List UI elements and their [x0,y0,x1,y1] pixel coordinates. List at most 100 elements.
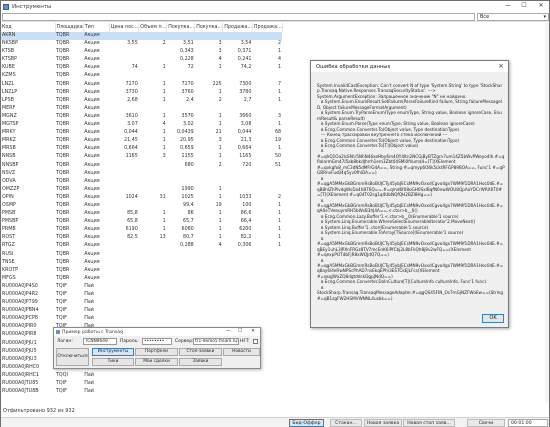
table-row[interactable]: ROST TQBR Акция 82,5 13 80,7 1 82,2 1 [1,234,282,242]
column-header[interactable]: Продажа... [252,23,283,32]
column-header[interactable]: Покупка... [166,23,196,32]
table-row[interactable]: MGNZ TQBR Акция 3610 1 3570 1 3660 3 [1,113,282,121]
table-row[interactable]: RU000A0JTU8B TQIF Пай [1,388,282,396]
table-row[interactable]: MRKZ TQBR Акция 21,45 1 20,95 3 21,3 19 [1,137,282,145]
timeframe-input[interactable]: 00:01:00 [508,419,548,427]
maximize-icon[interactable]: ☐ [238,328,242,334]
news-button[interactable]: Новости [223,348,260,356]
candles-button[interactable]: Свечи [467,419,505,427]
new-order-button[interactable]: Новая заявка [364,419,402,427]
hft-label: HFT: [240,339,250,344]
table-row[interactable]: PRMB TQBR Акция 6190 1 6080 1 6200 1 [1,226,282,234]
table-cell [195,388,223,396]
table-row[interactable]: NKSBP TQBR Акция 3,55 2 3,51 3 3,54 2 [1,40,282,48]
table-cell: TQBR [56,89,70,95]
table-cell [109,283,139,291]
table-row[interactable]: RU000A0JPCP8 TQIF Пай [1,315,282,323]
table-row[interactable]: TNSE TQBR Акция [1,259,282,267]
table-row[interactable]: ODVA TQBR Акция [1,178,282,186]
table-cell: RU000A0JPJU5 [2,348,37,354]
table-cell: Акция [84,211,100,217]
table-row[interactable]: RU000A0JTU85 TQIF Пай [1,380,282,388]
table-cell: RU000A0JPIR8 [2,332,37,338]
table-row[interactable]: LNZLP TQBR Акция 3730 1 3760 1 3780 1 [1,89,282,97]
table-row[interactable]: OMZZP TQBR Акция 1990 1 [1,186,282,194]
table-cell [223,291,253,299]
stop-orders-button[interactable]: Стоп-заявки [179,348,222,356]
column-header[interactable]: Цена пос... [109,23,140,32]
column-header[interactable]: Код [1,23,56,32]
table-row[interactable]: OSMP TQBR Акция 99,4 19 100 1 [1,202,282,210]
table-row[interactable]: MGTSP TQBR Акция 3,07 4 3,02 1 3,08 1 [1,121,282,129]
table-row[interactable]: KTSBP TQBR Акция 0,228 4 0,241 4 [1,56,282,64]
table-row[interactable]: NNSBP TQBR Акция 680 2 720 51 [1,162,282,170]
table-row[interactable]: RU000A0JPBN4 TQIF Пай [1,307,282,315]
table-row[interactable]: PMSBP TQBR Акция 65,8 1 65,7 1 66,4 1 [1,218,282,226]
ok-button[interactable]: OK [482,314,504,323]
table-cell: 86,6 [240,211,252,217]
table-cell [195,259,223,267]
close-icon[interactable]: ✕ [251,328,255,334]
column-header[interactable]: Продажа... [222,23,253,32]
server-field[interactable]: tr1-demo5.finam.ru:3900 [193,338,239,345]
table-cell [167,170,195,178]
minimize-button[interactable]: — [500,1,516,11]
table-row[interactable]: MRKY TQBR Акция 0,044 1 0,0439 21 0,044 68 [1,129,282,137]
minimize-icon[interactable]: — [226,328,231,334]
column-header[interactable]: Площадка [55,23,84,32]
table-cell [109,275,139,283]
table-row[interactable]: MFGS TQBR Акция [1,275,282,283]
table-row[interactable]: RU000A0JP4R2 TQIF Пай [1,291,282,299]
bid-offer-button[interactable]: Бид-Оффер [289,419,324,427]
table-cell: 1155 [181,154,194,160]
disconnect-button[interactable]: Отключиться [56,348,89,366]
column-header[interactable]: Объем п... [138,23,168,32]
table-row[interactable]: OPIN TQBR Акция 1024 31 1025 1 1033 2 [1,194,282,202]
table-row[interactable]: KUBE TQBR Акция 74 1 72 1 74,2 1 [1,64,282,72]
hft-checkbox[interactable] [253,339,258,344]
login-field[interactable]: TCNN9649 [83,338,117,345]
filter-select[interactable]: Все ▾ [477,13,549,21]
securities-button[interactable]: Инструменты [92,348,134,356]
table-row[interactable]: KZMS TQBR Акция [1,72,282,80]
column-header[interactable]: Покупка... [194,23,224,32]
table-cell: 1990 [181,186,194,192]
table-row[interactable]: KTSB TQBR Акция 0,343 3 0,371 1 [1,48,282,56]
table-row[interactable]: AKRN TQBR Акция [1,32,283,41]
vertical-scrollbar[interactable] [545,23,549,403]
table-row[interactable]: KROTP TQBR Акция [1,267,282,275]
table-row[interactable]: NNSB TQBR Акция 1165 3 1155 1 1165 50 [1,153,282,161]
table-row[interactable]: MRSB TQBR Акция 0,664 1 0,659 1 0,664 1 [1,145,282,153]
table-row[interactable]: RUSI TQBR Акция [1,251,282,259]
table-row[interactable]: RTGZ TQBR Акция 0,288 4 0,306 1 [1,242,282,250]
table-row[interactable]: RU000A0JRHC1 TQQI Пай [1,372,282,380]
my-trades-button[interactable]: Мои сделки [135,358,178,366]
table-row[interactable]: RU000A0JP4S0 TQIF Пай [1,283,282,291]
orders-button[interactable]: Заявки [179,358,222,366]
column-header[interactable]: Тип [83,23,110,32]
table-cell [223,315,253,323]
ticks-button[interactable]: Тики [92,358,134,366]
table-cell: 3,51 [183,41,194,47]
table-cell [195,380,223,388]
search-input[interactable] [2,13,475,21]
table-cell: KROTP [2,267,19,273]
table-row[interactable]: LPSB TQBR Акция 2,68 1 2,4 2 2,7 1 [1,97,282,105]
close-icon[interactable]: × [498,61,504,72]
table-cell [109,56,139,64]
error-dialog-title: Ошибка обработки данных [316,63,391,70]
new-stop-order-button[interactable]: Новая стоп заяв... [403,419,455,427]
table-row[interactable]: RU000A0JP799 TQIF Пай [1,299,282,307]
close-button[interactable]: ✕ [533,1,549,11]
password-field[interactable]: •••••••• [142,338,172,345]
portfolios-button[interactable]: Портфели [135,348,178,356]
bottom-toolbar: Бид-Оффер Стакан... Новая заявка Новая с… [1,417,549,427]
order-book-button[interactable]: Стакан... [330,419,362,427]
maximize-button[interactable]: ☐ [516,1,532,11]
table-row[interactable]: LNZL TQBR Акция 7270 1 7270 225 7300 7 [1,81,282,89]
table-cell [223,299,253,307]
table-row[interactable]: MERF TQBR Акция [1,105,282,113]
table-row[interactable]: NSVZ TQBR Акция [1,170,282,178]
table-cell: 1 [162,97,166,103]
table-row[interactable]: PMSB TQBR Акция 85,8 1 86 1 86,6 1 [1,210,282,218]
